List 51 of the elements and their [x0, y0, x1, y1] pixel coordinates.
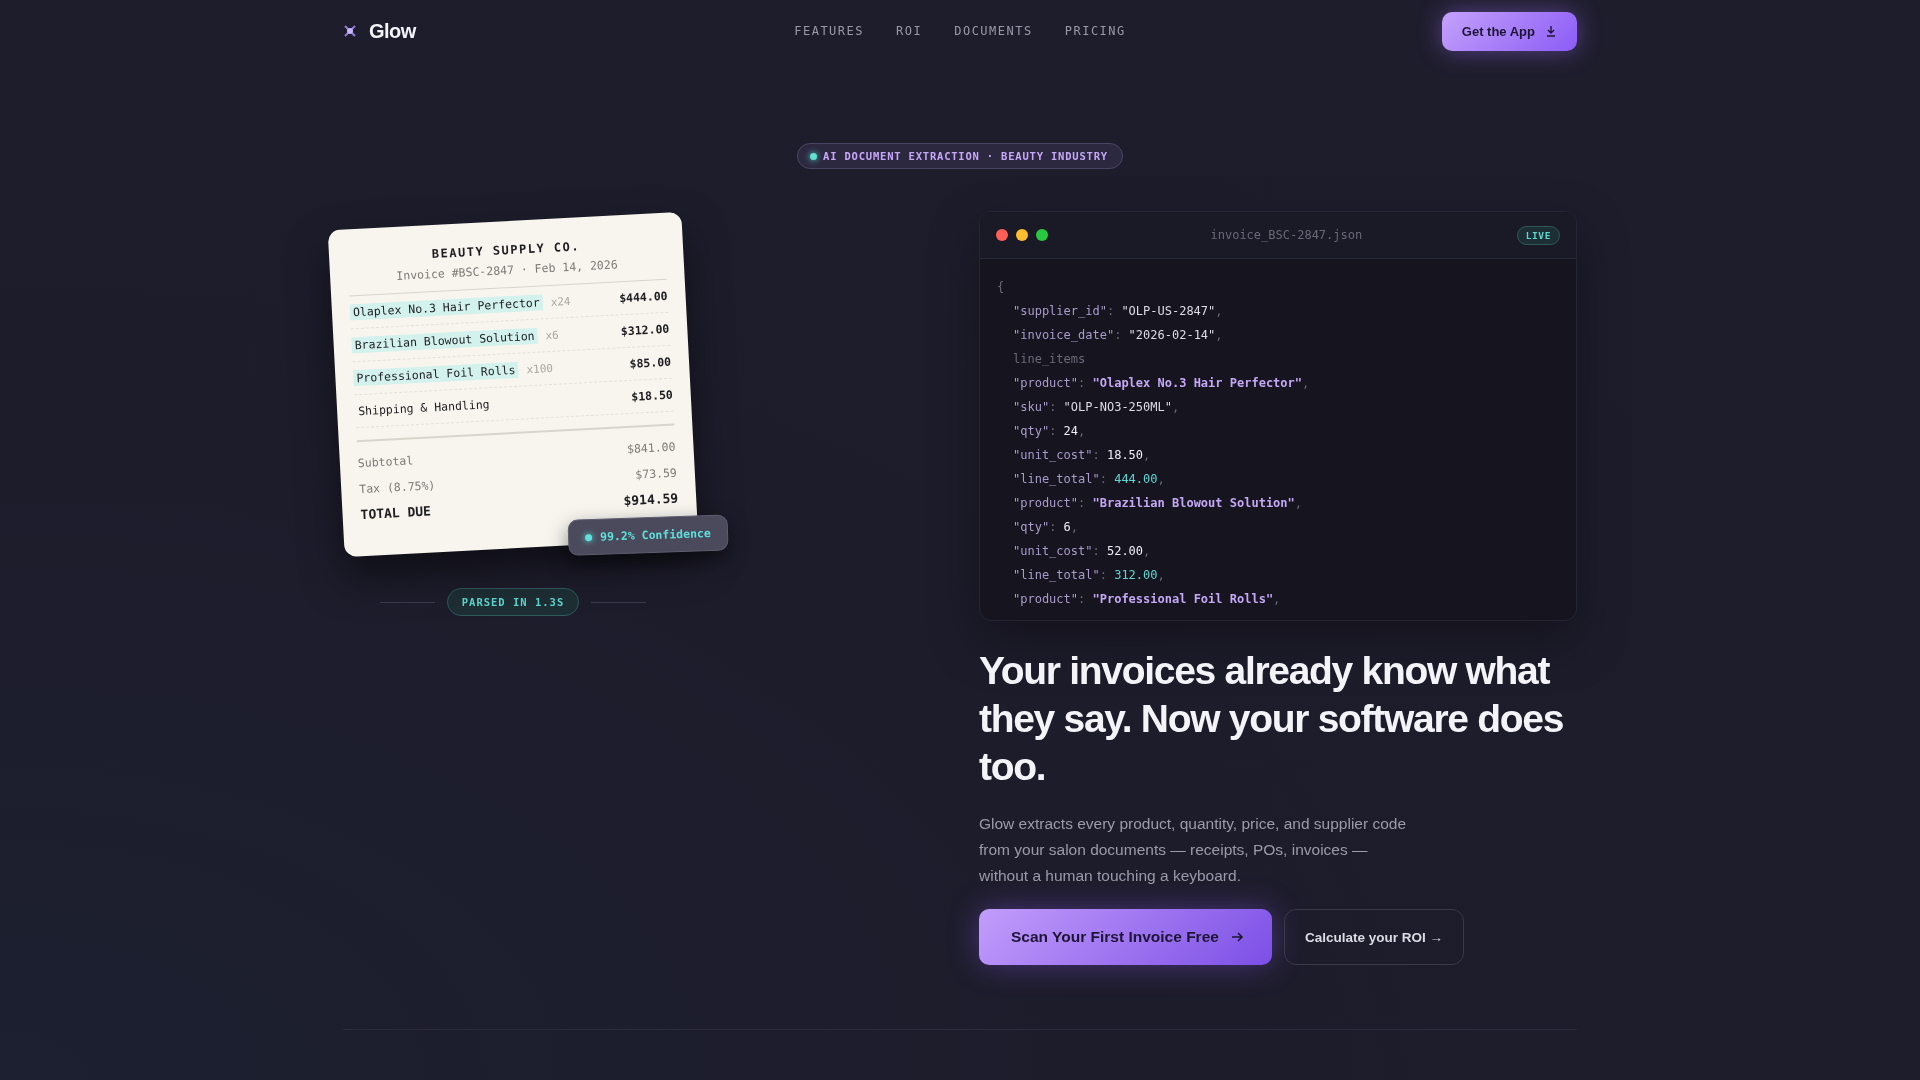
total-value: $73.59 — [635, 465, 678, 482]
receipt-item-qty: x24 — [550, 294, 571, 309]
hero-description: Glow extracts every product, quantity, price, and supplier code from your salon documents — receipts, POs, invoices — without a human touching a keyboard. — [979, 814, 1408, 886]
hero-heading: Your invoices already know what they say. Now your software does too. — [979, 648, 1565, 790]
code-line: "line_total": 444.00, — [1012, 471, 1166, 488]
code-line: "unit_cost": 18.50, — [1012, 447, 1152, 464]
code-line: "qty": 6, — [1012, 519, 1080, 536]
receipt-item-price: $85.00 — [629, 354, 672, 371]
code-line: "line_total": 312.00, — [1012, 567, 1166, 584]
sparkle-logo-icon — [343, 24, 357, 38]
receipt-item-name: Shipping & Handling — [356, 396, 491, 420]
receipt-item-name: Olaplex No.3 Hair Perfector — [349, 294, 544, 321]
confidence-badge: 99.2% Confidence — [567, 514, 729, 556]
code-line: "supplier_id": "OLP-US-2847", — [1012, 303, 1224, 320]
brand-name[interactable]: Glow — [369, 19, 416, 43]
receipt-item-name: Brazilian Blowout Solution — [351, 327, 538, 354]
file-name: invoice_BSC-2847.json — [1209, 228, 1364, 242]
receipt-item-price: $312.00 — [620, 321, 670, 339]
nav-link[interactable]: PRICING — [1064, 24, 1126, 38]
receipt-item-qty: x100 — [526, 361, 554, 376]
parsed-badge: PARSED IN 1.3S — [446, 588, 580, 616]
download-icon — [1545, 25, 1557, 37]
total-label: TOTAL DUE — [360, 504, 432, 523]
get-app-button[interactable]: Get the App — [1441, 11, 1577, 51]
total-label: Subtotal — [357, 453, 414, 471]
code-line: "product": "Brazilian Blowout Solution", — [1012, 495, 1303, 512]
code-line: "product": "Olaplex No.3 Hair Perfector", — [1012, 375, 1311, 392]
code-line: "unit_cost": 52.00, — [1012, 543, 1152, 560]
receipt-item-price: $18.50 — [630, 387, 674, 404]
code-line: "product": "Professional Foil Rolls", — [1012, 591, 1282, 608]
total-value: $914.59 — [623, 491, 679, 509]
total-label: Tax (8.75%) — [358, 478, 436, 497]
code-line: { — [997, 280, 1005, 294]
code-line: "qty": 24, — [1012, 423, 1087, 440]
code-line: "sku": "OLP-NO3-250ML", — [1012, 399, 1181, 416]
close-dot-icon — [996, 229, 1008, 241]
total-value: $841.00 — [626, 439, 676, 457]
arrow-right-icon — [1230, 931, 1244, 943]
nav-link[interactable]: ROI — [896, 24, 923, 38]
scan-invoice-button[interactable]: Scan Your First Invoice Free — [979, 909, 1272, 965]
nav-link[interactable]: FEATURES — [794, 24, 864, 38]
minimize-dot-icon — [1016, 229, 1028, 241]
code-line: line_items — [1013, 352, 1086, 366]
live-badge: LIVE — [1516, 225, 1560, 245]
maximize-dot-icon — [1036, 229, 1048, 241]
code-line: "invoice_date": "2026-02-14", — [1012, 327, 1224, 344]
receipt-item-name: Professional Foil Rolls — [353, 361, 519, 387]
calculate-roi-button[interactable]: Calculate your ROI → — [1283, 909, 1464, 965]
nav-link[interactable]: DOCUMENTS — [954, 24, 1033, 38]
receipt-item-qty: x6 — [545, 328, 560, 342]
eyebrow-badge: AI DOCUMENT EXTRACTION · BEAUTY INDUSTRY — [797, 143, 1123, 169]
